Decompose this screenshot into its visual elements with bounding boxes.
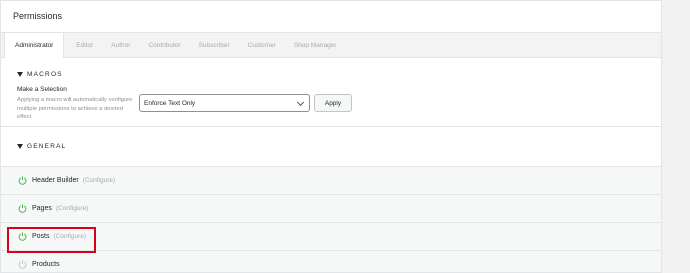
general-section-header: GENERAL <box>1 127 661 167</box>
collapse-triangle-icon <box>17 72 23 77</box>
make-selection-label: Make a Selection <box>17 86 67 93</box>
macros-title: MACROS <box>27 71 63 78</box>
tab-customer[interactable]: Customer <box>248 33 276 57</box>
power-icon[interactable] <box>18 204 27 213</box>
permission-row-header-builder[interactable]: Header Builder (Configure) <box>1 167 661 195</box>
role-tabs: Administrator Editor Author Contributor … <box>1 33 661 58</box>
tab-author[interactable]: Author <box>111 33 130 57</box>
power-icon[interactable] <box>18 232 27 241</box>
configure-link[interactable]: (Configure) <box>56 205 89 212</box>
row-label: Products <box>32 261 60 268</box>
macro-select-value: Enforce Text Only <box>144 100 196 107</box>
tab-subscriber[interactable]: Subscriber <box>199 33 230 57</box>
panel-title: Permissions <box>1 1 661 33</box>
apply-button[interactable]: Apply <box>314 94 352 112</box>
page-margin <box>662 0 690 273</box>
chevron-down-icon <box>296 98 305 107</box>
tab-editor[interactable]: Editor <box>76 33 93 57</box>
permission-row-pages[interactable]: Pages (Configure) <box>1 195 661 223</box>
macros-help-text: Applying a macro will automatically conf… <box>17 97 133 120</box>
collapse-triangle-icon <box>17 144 23 149</box>
macros-toggle[interactable]: MACROS <box>17 71 63 78</box>
permission-row-products[interactable]: Products <box>1 251 661 272</box>
power-icon[interactable] <box>18 260 27 269</box>
power-icon[interactable] <box>18 176 27 185</box>
macros-section: MACROS Make a Selection Applying a macro… <box>1 58 661 127</box>
permission-row-posts[interactable]: Posts (Configure) <box>1 223 661 251</box>
tab-shop-manager[interactable]: Shop Manager <box>294 33 337 57</box>
general-toggle[interactable]: GENERAL <box>17 143 66 150</box>
row-label: Pages <box>32 205 52 212</box>
macro-select[interactable]: Enforce Text Only <box>139 94 310 112</box>
configure-link[interactable]: (Configure) <box>83 177 116 184</box>
tab-administrator[interactable]: Administrator <box>4 33 65 58</box>
configure-link[interactable]: (Configure) <box>54 233 87 240</box>
row-label: Header Builder <box>32 177 79 184</box>
row-label: Posts <box>32 233 50 240</box>
permissions-panel: Permissions Administrator Editor Author … <box>0 0 662 273</box>
general-title: GENERAL <box>27 143 67 150</box>
tab-contributor[interactable]: Contributor <box>148 33 180 57</box>
